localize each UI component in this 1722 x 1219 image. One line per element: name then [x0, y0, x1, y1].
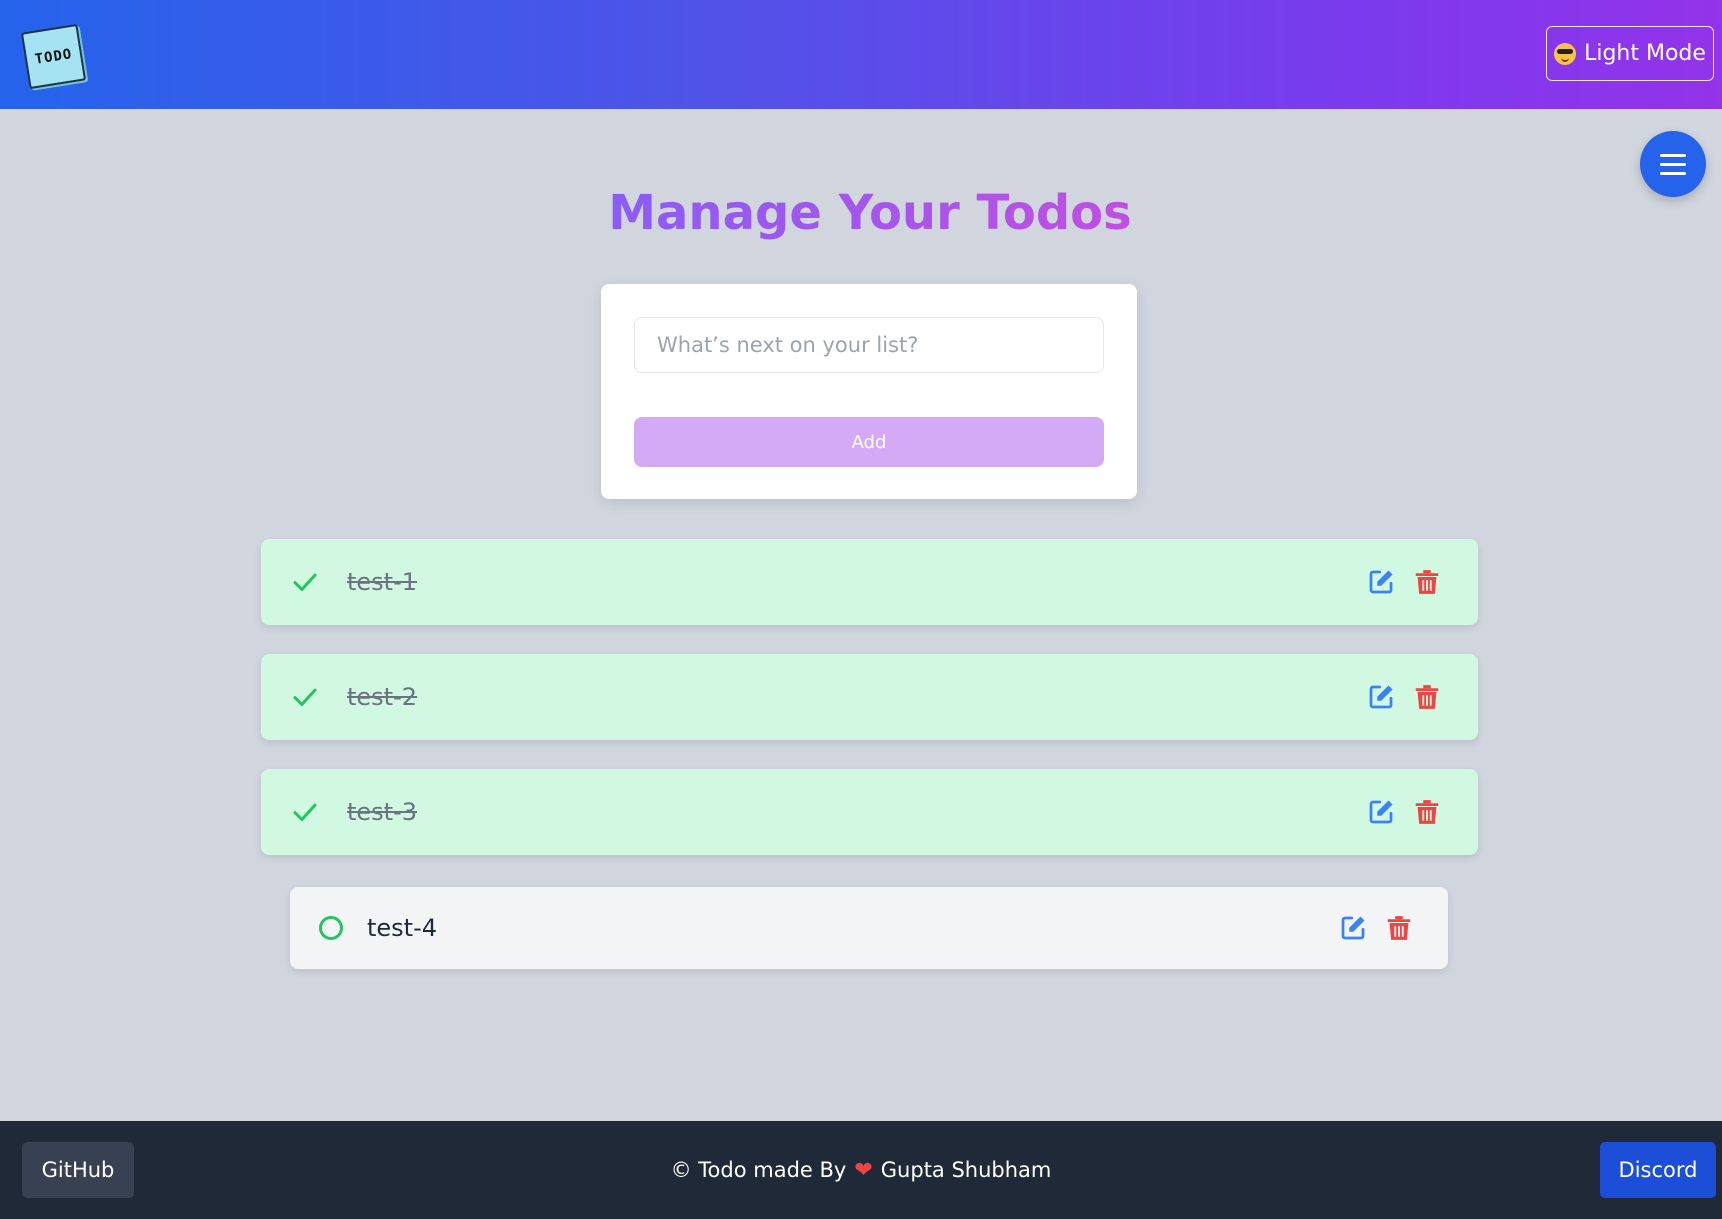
- edit-icon[interactable]: [1366, 797, 1396, 827]
- github-button[interactable]: GitHub: [22, 1142, 134, 1198]
- checkmark-icon[interactable]: [287, 564, 323, 600]
- credit-prefix: © Todo made By: [670, 1158, 847, 1182]
- trash-icon[interactable]: [1384, 913, 1414, 943]
- heart-icon: ❤: [854, 1157, 873, 1183]
- trash-icon[interactable]: [1412, 797, 1442, 827]
- hamburger-menu-icon: [1660, 153, 1686, 157]
- todo-item: test-1: [261, 539, 1478, 625]
- trash-icon[interactable]: [1412, 567, 1442, 597]
- credit-name: Gupta Shubham: [880, 1158, 1052, 1182]
- todo-logo[interactable]: TODO: [20, 23, 87, 90]
- edit-icon[interactable]: [1366, 567, 1396, 597]
- add-todo-card: Add: [601, 284, 1137, 499]
- sunglasses-emoji-icon: [1554, 42, 1577, 65]
- edit-icon[interactable]: [1338, 913, 1368, 943]
- todo-text: test-1: [347, 568, 418, 596]
- page-title: Manage Your Todos: [608, 185, 1132, 241]
- app-footer: © Todo made By ❤ Gupta Shubham GitHub Di…: [0, 1121, 1722, 1219]
- todo-text: test-3: [347, 798, 418, 826]
- add-todo-button[interactable]: Add: [634, 417, 1104, 467]
- footer-credit: © Todo made By ❤ Gupta Shubham: [0, 1121, 1722, 1219]
- theme-toggle-label: Light Mode: [1584, 41, 1706, 66]
- edit-icon[interactable]: [1366, 682, 1396, 712]
- theme-toggle-button[interactable]: Light Mode: [1546, 26, 1714, 81]
- todo-text: test-2: [347, 683, 418, 711]
- checkmark-icon[interactable]: [287, 679, 323, 715]
- new-todo-input[interactable]: [634, 317, 1104, 373]
- logo-text: TODO: [33, 45, 74, 68]
- trash-icon[interactable]: [1412, 682, 1442, 712]
- incomplete-circle-icon[interactable]: [319, 916, 343, 940]
- discord-button[interactable]: Discord: [1600, 1142, 1716, 1198]
- todo-item: test-2: [261, 654, 1478, 740]
- todo-item: test-3: [261, 769, 1478, 855]
- checkmark-icon[interactable]: [287, 794, 323, 830]
- app-header: TODO Light Mode: [0, 0, 1722, 109]
- todo-item: test-4: [290, 887, 1448, 969]
- todo-text: test-4: [367, 914, 438, 942]
